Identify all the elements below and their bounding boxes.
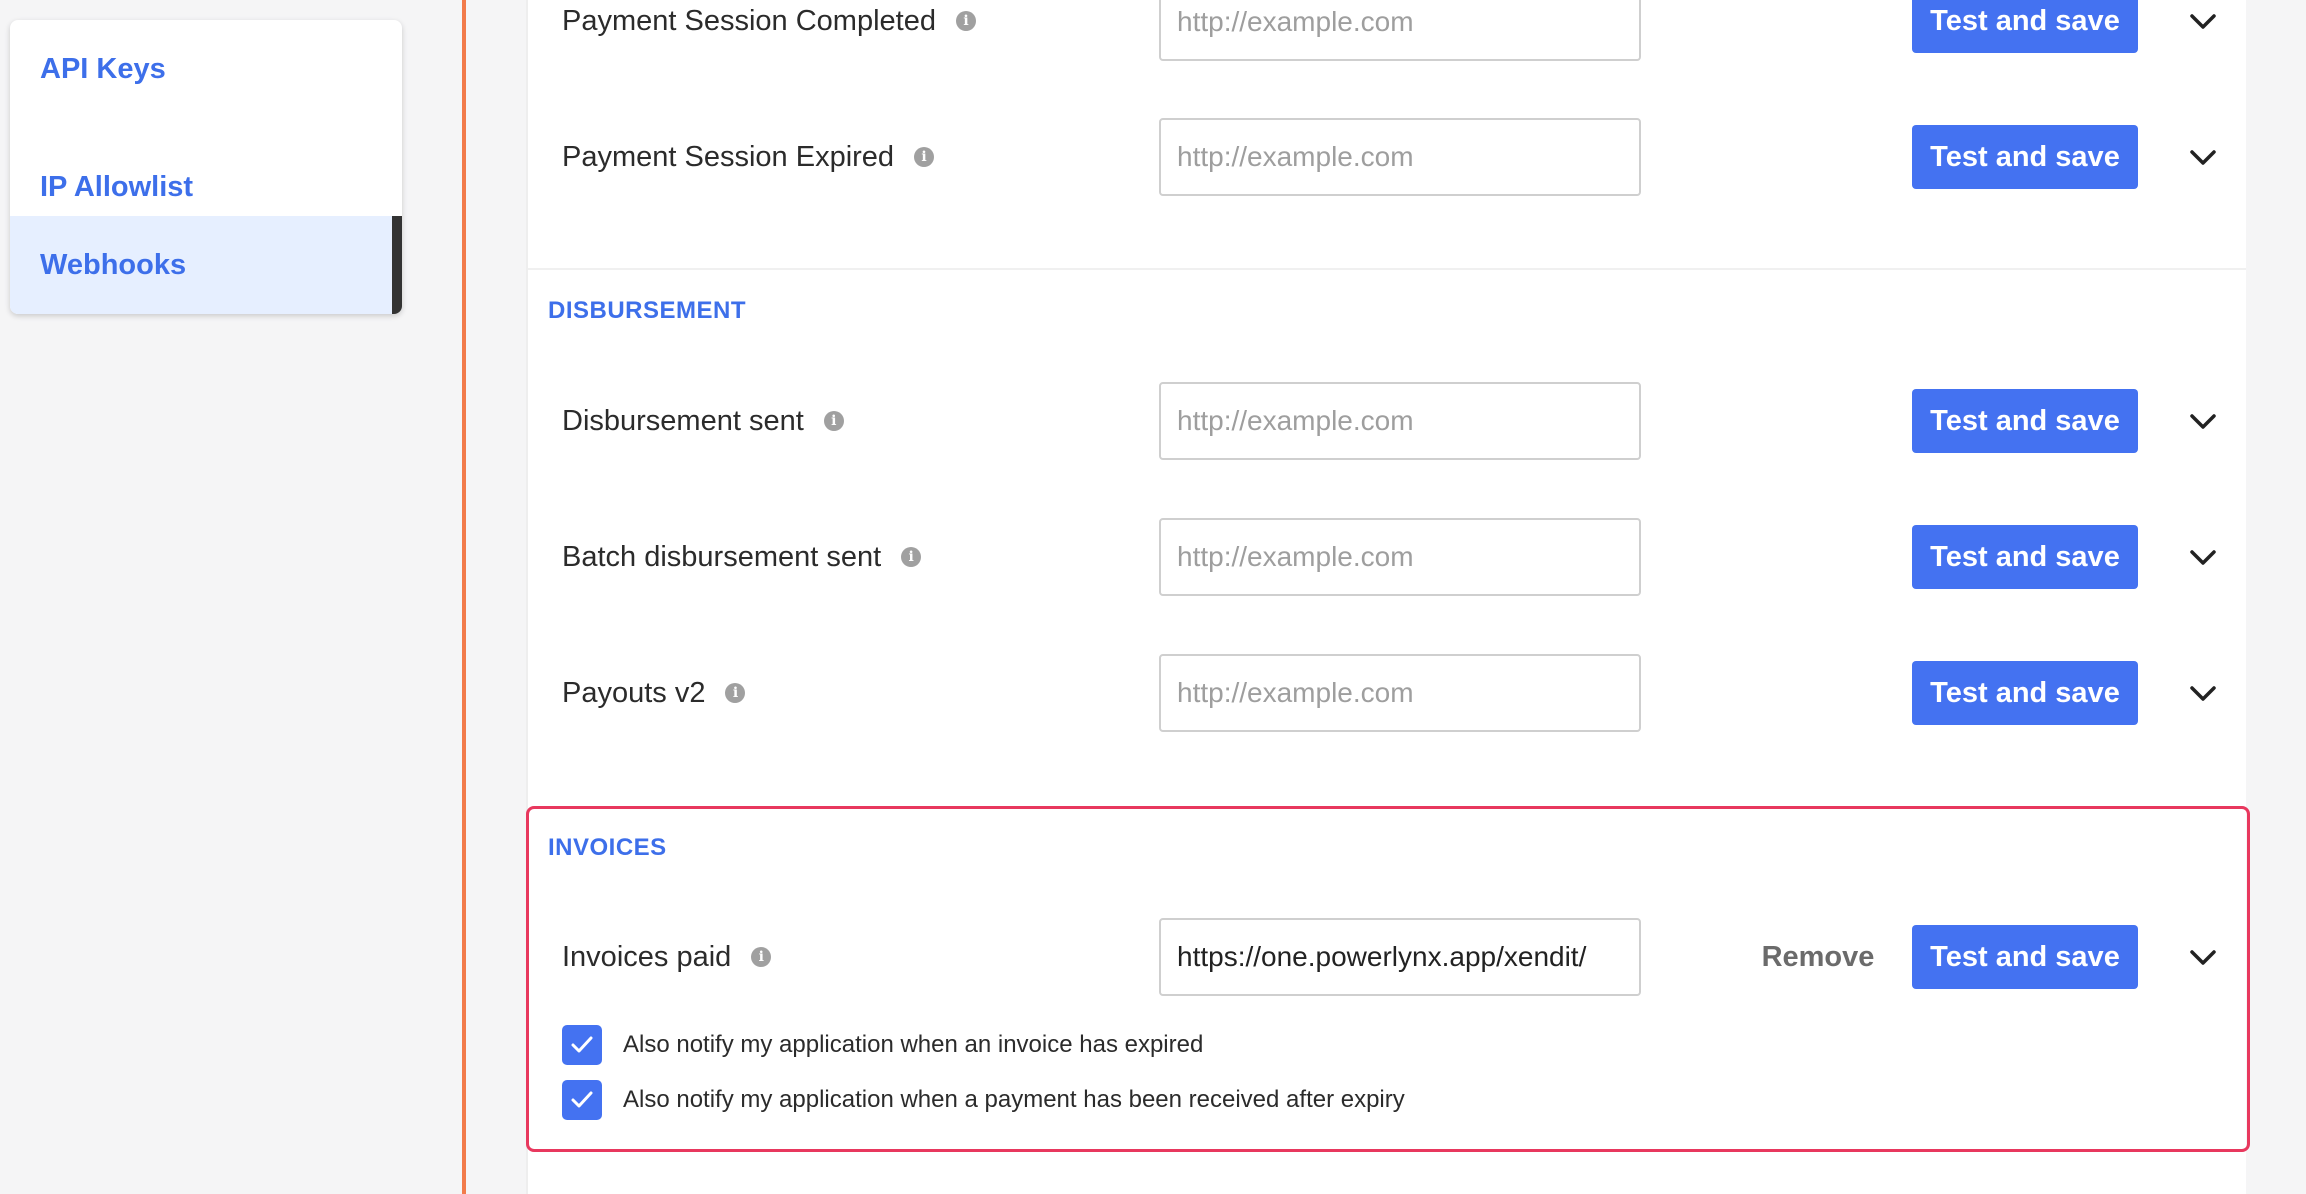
test-and-save-button[interactable]: Test and save xyxy=(1912,525,2138,589)
checkbox-row-payment-after-expiry: Also notify my application when a paymen… xyxy=(562,1080,1405,1120)
url-input-payouts-v2[interactable] xyxy=(1159,654,1641,732)
row-label-payment-session-completed: Payment Session Completed i xyxy=(562,1,976,41)
section-title-disbursement: DISBURSEMENT xyxy=(548,297,747,324)
row-label-payment-session-expired: Payment Session Expired i xyxy=(562,137,935,177)
section-divider xyxy=(528,268,2246,270)
url-input-batch-disbursement-sent[interactable] xyxy=(1159,518,1641,596)
checkbox-label: Also notify my application when a paymen… xyxy=(623,1086,1405,1113)
nav-item-label: API Keys xyxy=(40,52,166,85)
row-label-text: Payouts v2 xyxy=(562,676,706,709)
test-and-save-button[interactable]: Test and save xyxy=(1912,661,2138,725)
chevron-down-icon[interactable] xyxy=(2186,541,2220,575)
info-icon[interactable]: i xyxy=(914,147,935,167)
nav-item-label: Webhooks xyxy=(40,248,187,281)
test-and-save-button[interactable]: Test and save xyxy=(1912,389,2138,453)
row-label-text: Invoices paid xyxy=(562,940,732,973)
checkbox-invoice-expired[interactable] xyxy=(562,1025,602,1065)
checkmark-icon xyxy=(571,1091,593,1108)
info-icon[interactable]: i xyxy=(725,683,746,703)
info-icon[interactable]: i xyxy=(823,411,844,431)
test-and-save-button[interactable]: Test and save xyxy=(1912,0,2138,53)
url-input-invoices-paid[interactable] xyxy=(1159,918,1641,996)
url-input-payment-session-completed[interactable] xyxy=(1159,0,1641,61)
checkbox-row-invoice-expired: Also notify my application when an invoi… xyxy=(562,1025,1203,1065)
nav-item-api-keys[interactable]: API Keys xyxy=(10,20,402,118)
chevron-down-icon[interactable] xyxy=(2186,677,2220,711)
url-input-payment-session-expired[interactable] xyxy=(1159,118,1641,196)
nav-item-webhooks[interactable]: Webhooks xyxy=(10,216,402,314)
row-label-text: Disbursement sent xyxy=(562,404,804,437)
row-label-text: Payment Session Completed xyxy=(562,4,936,37)
checkbox-label: Also notify my application when an invoi… xyxy=(623,1031,1204,1058)
info-icon[interactable]: i xyxy=(751,947,772,967)
checkbox-payment-after-expiry[interactable] xyxy=(562,1080,602,1120)
vertical-divider xyxy=(462,0,466,1194)
nav-item-label: IP Allowlist xyxy=(40,170,194,203)
active-indicator xyxy=(392,216,402,314)
info-icon[interactable]: i xyxy=(901,547,922,567)
row-label-text: Batch disbursement sent xyxy=(562,540,882,573)
chevron-down-icon[interactable] xyxy=(2186,5,2220,39)
chevron-down-icon[interactable] xyxy=(2186,405,2220,439)
settings-nav: API Keys IP Allowlist Webhooks xyxy=(10,20,402,314)
test-and-save-button[interactable]: Test and save xyxy=(1912,125,2138,189)
url-input-disbursement-sent[interactable] xyxy=(1159,382,1641,460)
row-label-text: Payment Session Expired xyxy=(562,140,895,173)
row-label-payouts-v2: Payouts v2 i xyxy=(562,673,746,713)
info-icon[interactable]: i xyxy=(955,11,976,31)
section-title-invoices: INVOICES xyxy=(548,834,667,861)
chevron-down-icon[interactable] xyxy=(2186,141,2220,175)
remove-button[interactable]: Remove xyxy=(1758,925,1878,989)
test-and-save-button[interactable]: Test and save xyxy=(1912,925,2138,989)
row-label-invoices-paid: Invoices paid i xyxy=(562,937,772,977)
checkmark-icon xyxy=(571,1036,593,1053)
chevron-down-icon[interactable] xyxy=(2186,941,2220,975)
row-label-batch-disbursement-sent: Batch disbursement sent i xyxy=(562,537,922,577)
row-label-disbursement-sent: Disbursement sent i xyxy=(562,401,844,441)
